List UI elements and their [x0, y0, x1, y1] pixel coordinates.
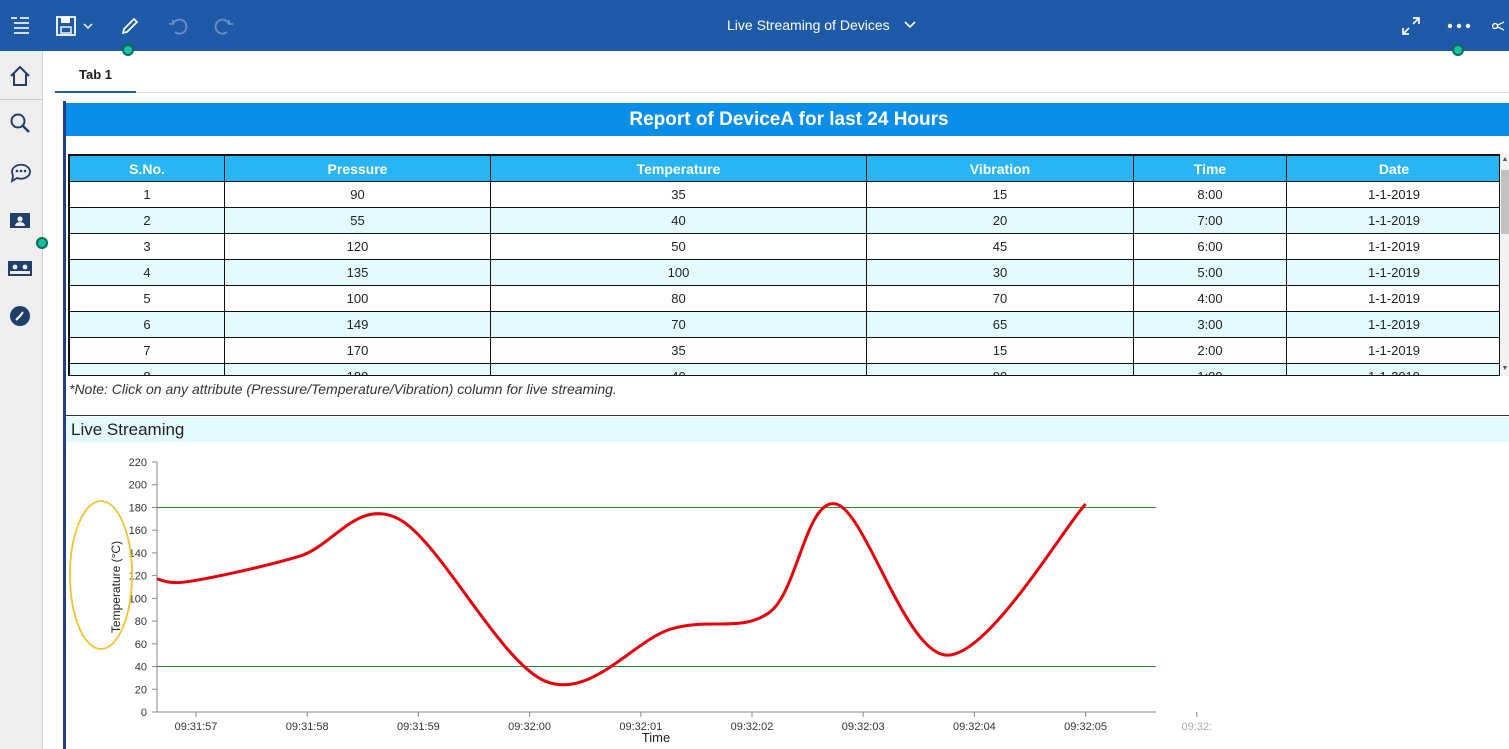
cell-time: 8:00 — [1133, 181, 1287, 208]
table-row: 3 120 50 45 6:00 1-1-2019 — [69, 233, 1499, 260]
tab-1[interactable]: Tab 1 — [55, 51, 136, 93]
col-header-sno: S.No. — [69, 155, 225, 182]
cell-pressure[interactable]: 149 — [224, 311, 491, 338]
cell-vibration[interactable]: 90 — [866, 363, 1134, 375]
cell-time: 3:00 — [1133, 311, 1287, 338]
scroll-up-arrow[interactable]: ▲ — [1501, 156, 1509, 164]
cell-sno: 6 — [69, 311, 225, 338]
team-folder-icon[interactable] — [6, 206, 34, 234]
cell-pressure[interactable]: 120 — [224, 233, 491, 260]
cell-date: 1-1-2019 — [1286, 181, 1499, 208]
expand-icon[interactable] — [1397, 12, 1425, 40]
chat-icon[interactable] — [6, 158, 34, 186]
dashboard-title: Live Streaming of Devices — [727, 17, 890, 33]
cell-time: 1:00 — [1133, 363, 1287, 375]
cell-temperature[interactable]: 35 — [490, 337, 867, 364]
scroll-thumb[interactable] — [1501, 170, 1509, 234]
cell-vibration[interactable]: 30 — [866, 259, 1134, 286]
cell-date: 1-1-2019 — [1286, 363, 1499, 375]
scroll-down-arrow[interactable]: ▼ — [1501, 365, 1509, 373]
col-header-pressure[interactable]: Pressure — [224, 155, 491, 182]
report-panel: Report of DeviceA for last 24 Hours S.No… — [63, 101, 1509, 749]
cell-date: 1-1-2019 — [1286, 285, 1499, 312]
col-header-time: Time — [1133, 155, 1287, 182]
cell-time: 6:00 — [1133, 233, 1287, 260]
cell-temperature[interactable]: 35 — [490, 181, 867, 208]
redo-icon[interactable] — [210, 12, 238, 40]
table-row: 6 149 70 65 3:00 1-1-2019 — [69, 311, 1499, 338]
cell-pressure[interactable]: 55 — [224, 207, 491, 234]
cell-vibration[interactable]: 20 — [866, 207, 1134, 234]
more-icon[interactable] — [1445, 12, 1473, 40]
table-row: 2 55 40 20 7:00 1-1-2019 — [69, 207, 1499, 234]
status-dot — [36, 237, 48, 249]
device-report-table: S.No. Pressure Temperature Vibration Tim… — [68, 154, 1500, 376]
undo-icon[interactable] — [164, 12, 192, 40]
chevron-down-icon[interactable] — [78, 12, 98, 40]
cell-vibration[interactable]: 15 — [866, 181, 1134, 208]
cell-date: 1-1-2019 — [1286, 311, 1499, 338]
cell-pressure[interactable]: 135 — [224, 259, 491, 286]
cell-sno: 4 — [69, 259, 225, 286]
search-icon[interactable] — [6, 109, 34, 137]
cell-date: 1-1-2019 — [1286, 207, 1499, 234]
cell-temperature[interactable]: 40 — [490, 363, 867, 375]
edit-icon[interactable] — [116, 12, 144, 40]
share-icon[interactable] — [1491, 12, 1509, 40]
cell-temperature[interactable]: 40 — [490, 207, 867, 234]
cell-sno: 1 — [69, 181, 225, 208]
col-header-vibration[interactable]: Vibration — [866, 155, 1134, 182]
top-toolbar: Live Streaming of Devices — [0, 0, 1509, 56]
cell-temperature[interactable]: 70 — [490, 311, 867, 338]
table-row: 818040901:001-1-2019 — [69, 363, 1499, 375]
col-header-temperature[interactable]: Temperature — [490, 155, 867, 182]
cell-time: 2:00 — [1133, 337, 1287, 364]
section-divider — [66, 415, 1509, 416]
save-icon[interactable] — [52, 12, 80, 40]
cell-sno: 2 — [69, 207, 225, 234]
left-navigation-rail — [0, 51, 48, 749]
home-icon[interactable] — [6, 62, 34, 90]
cell-time: 7:00 — [1133, 207, 1287, 234]
cell-pressure[interactable]: 180 — [224, 363, 491, 375]
col-header-date: Date — [1286, 155, 1499, 182]
cell-vibration[interactable]: 45 — [866, 233, 1134, 260]
cell-sno: 5 — [69, 285, 225, 312]
cell-pressure[interactable]: 170 — [224, 337, 491, 364]
table-scrollbar[interactable]: ▲ ▼ — [1500, 154, 1509, 376]
cell-date: 1-1-2019 — [1286, 337, 1499, 364]
table-header-row: S.No. Pressure Temperature Vibration Tim… — [69, 155, 1499, 182]
cell-vibration[interactable]: 65 — [866, 311, 1134, 338]
table-row: 5 100 80 70 4:00 1-1-2019 — [69, 285, 1499, 312]
cell-time: 5:00 — [1133, 259, 1287, 286]
title-chevron-down-icon — [904, 21, 916, 29]
cell-temperature[interactable]: 50 — [490, 233, 867, 260]
cell-pressure[interactable]: 100 — [224, 285, 491, 312]
cell-sno: 7 — [69, 337, 225, 364]
cell-temperature[interactable]: 80 — [490, 285, 867, 312]
report-title: Report of DeviceA for last 24 Hours — [66, 103, 1509, 136]
cell-vibration[interactable]: 70 — [866, 285, 1134, 312]
menu-icon[interactable] — [6, 12, 34, 40]
table-row: 7 170 35 15 2:00 1-1-2019 — [69, 337, 1499, 364]
streaming-note: *Note: Click on any attribute (Pressure/… — [69, 381, 617, 397]
table-row: 4 135 100 30 5:00 1-1-2019 — [69, 259, 1499, 286]
live-streaming-title: Live Streaming — [66, 417, 1509, 442]
cell-sno: 8 — [69, 363, 225, 375]
tab-bar: Tab 1 — [55, 51, 1509, 93]
cell-date: 1-1-2019 — [1286, 259, 1499, 286]
shared-folder-icon[interactable] — [6, 254, 34, 282]
cell-pressure[interactable]: 90 — [224, 181, 491, 208]
cell-sno: 3 — [69, 233, 225, 260]
cell-time: 4:00 — [1133, 285, 1287, 312]
cell-temperature[interactable]: 100 — [490, 259, 867, 286]
table-row: 1 90 35 15 8:00 1-1-2019 — [69, 181, 1499, 208]
dashboard-title-selector[interactable]: Live Streaming of Devices — [727, 17, 916, 33]
cell-vibration[interactable]: 15 — [866, 337, 1134, 364]
rail-divider — [0, 99, 43, 100]
recent-icon[interactable] — [6, 302, 34, 330]
cell-date: 1-1-2019 — [1286, 233, 1499, 260]
